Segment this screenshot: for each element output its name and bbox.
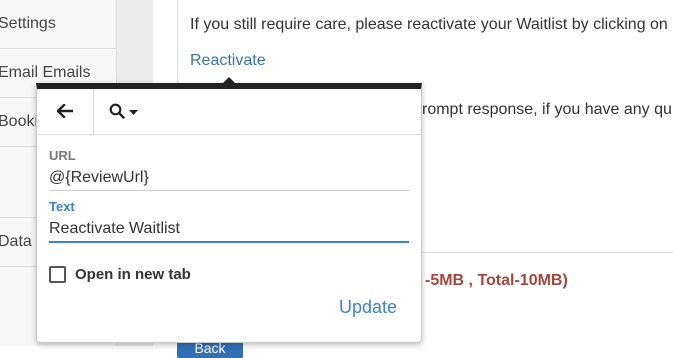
search-icon xyxy=(109,103,125,119)
popup-toolbar xyxy=(37,89,421,135)
link-edit-popup: URL Text Open in new tab Update xyxy=(36,83,422,343)
attachment-size-note: -5MB , Total-10MB) xyxy=(425,272,568,289)
editor-paragraph: If you still require care, please reacti… xyxy=(190,16,668,33)
sidebar-item-label: Data xyxy=(0,233,32,250)
open-new-tab-label[interactable]: Open in new tab xyxy=(75,266,191,283)
update-button[interactable]: Update xyxy=(339,297,397,318)
editor-paragraph-2: rompt response, if you have any qu xyxy=(422,101,672,118)
caret-down-icon xyxy=(129,110,138,115)
sidebar-item-settings[interactable]: Settings xyxy=(0,0,116,49)
reactivate-link[interactable]: Reactivate xyxy=(190,52,266,70)
arrow-left-icon xyxy=(57,104,73,118)
text-label: Text xyxy=(49,199,75,214)
open-new-tab-checkbox[interactable] xyxy=(49,266,66,283)
sidebar-item-label: Settings xyxy=(0,15,56,32)
link-text-input[interactable] xyxy=(49,217,409,243)
back-button-popup[interactable] xyxy=(37,89,94,134)
search-dropdown-button[interactable] xyxy=(94,89,150,134)
url-input[interactable] xyxy=(49,166,409,191)
url-label: URL xyxy=(49,148,76,163)
